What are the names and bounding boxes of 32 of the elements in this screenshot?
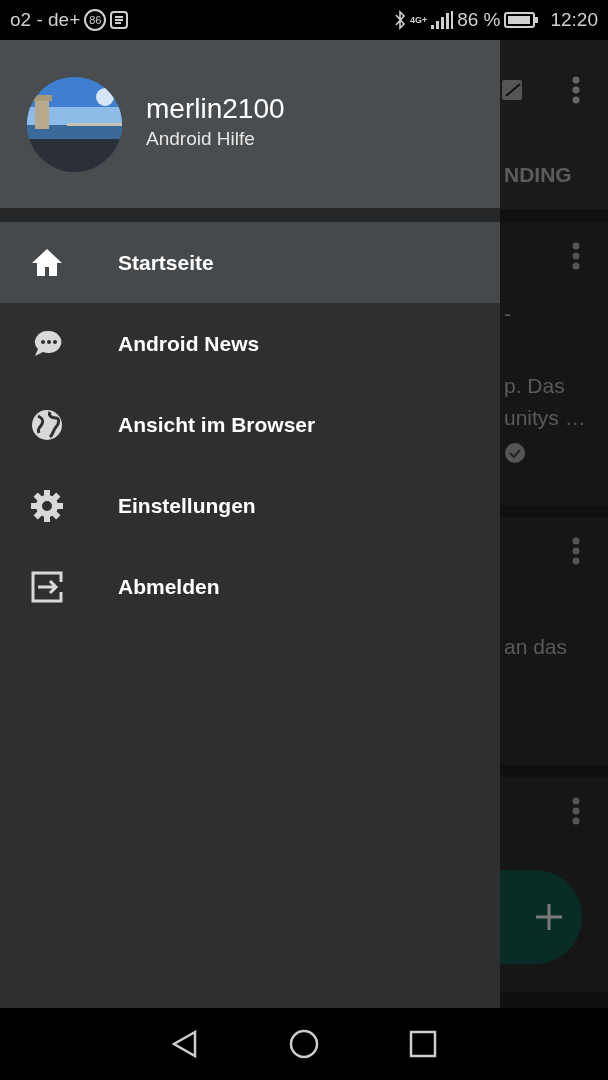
more-options-icon[interactable]: [572, 76, 580, 104]
username: merlin2100: [146, 94, 285, 126]
logout-icon: [30, 569, 64, 604]
battery-percent: 86 %: [457, 7, 501, 32]
plus-icon: [536, 904, 562, 930]
drawer-menu-item[interactable]: Android News: [0, 303, 500, 384]
more-options-icon[interactable]: [572, 797, 580, 825]
more-options-icon[interactable]: [572, 242, 580, 270]
clock-time: 12:20: [550, 7, 598, 32]
battery-icon: [504, 11, 539, 29]
card-text: an das: [504, 634, 569, 660]
settings-icon: [30, 488, 64, 523]
card-text: -: [504, 301, 512, 327]
network-type: 4G+: [409, 13, 428, 27]
recent-apps-icon[interactable]: [409, 1030, 437, 1058]
bluetooth-icon: [393, 10, 406, 30]
drawer-menu-item[interactable]: Startseite: [0, 222, 500, 303]
notification-icon: [110, 11, 129, 29]
home-icon[interactable]: [289, 1029, 319, 1059]
drawer-menu-item[interactable]: Ansicht im Browser: [0, 384, 500, 465]
globe-icon: [30, 407, 64, 442]
drawer-menu-item[interactable]: Abmelden: [0, 546, 500, 627]
carrier-name: o2 - de+: [10, 7, 81, 32]
card-text: unitys …: [504, 405, 587, 431]
card-text: p. Das: [504, 373, 566, 399]
data-usage-badge: 86: [84, 9, 107, 31]
back-icon[interactable]: [171, 1029, 199, 1059]
check-icon: [504, 442, 526, 465]
drawer-menu-item[interactable]: Einstellungen: [0, 465, 500, 546]
account-subtitle: Android Hilfe: [146, 127, 256, 152]
signal-icon: [431, 11, 454, 29]
more-options-icon[interactable]: [572, 537, 580, 565]
